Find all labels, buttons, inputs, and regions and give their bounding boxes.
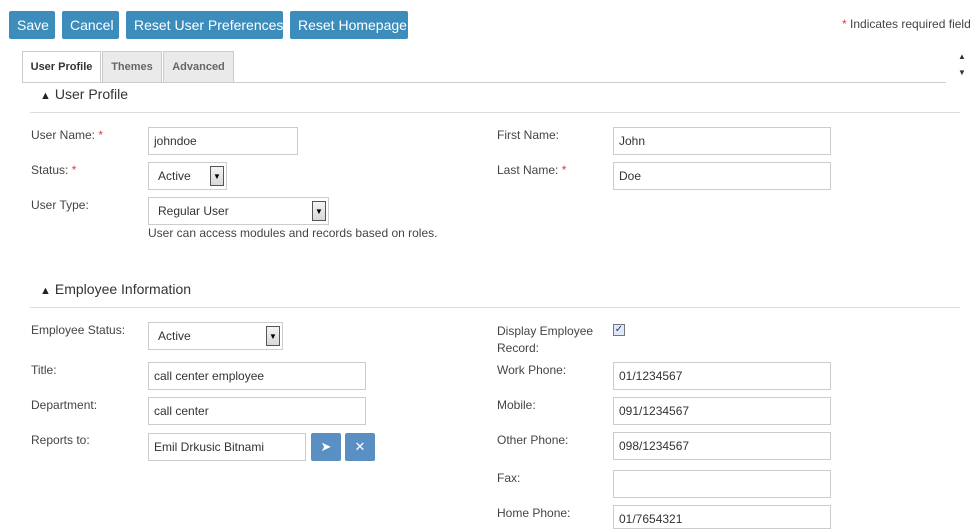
section-divider bbox=[30, 307, 960, 308]
work-phone-label: Work Phone: bbox=[497, 363, 567, 377]
chevron-up-icon: ▲ bbox=[40, 285, 51, 297]
department-input[interactable]: call center bbox=[148, 397, 366, 425]
employee-status-label: Employee Status: bbox=[31, 323, 126, 337]
reset-user-preferences-button[interactable]: Reset User Preferences bbox=[126, 11, 283, 39]
last-name-label: Last Name: * bbox=[497, 163, 567, 177]
fax-input[interactable] bbox=[613, 470, 831, 498]
employee-information-section-title: Employee Information bbox=[54, 281, 192, 297]
status-label: Status: * bbox=[31, 163, 77, 177]
chevron-up-icon: ▲ bbox=[40, 90, 51, 102]
tab-user-profile[interactable]: User Profile bbox=[22, 51, 101, 83]
user-type-select-value: Regular User bbox=[158, 204, 229, 218]
work-phone-input[interactable]: 01/1234567 bbox=[613, 362, 831, 390]
display-employee-record-checkbox[interactable]: ✓ bbox=[613, 324, 625, 336]
reports-to-label: Reports to: bbox=[31, 433, 90, 447]
title-label: Title: bbox=[31, 363, 57, 377]
user-profile-section-title: User Profile bbox=[54, 86, 129, 102]
scroll-up-icon[interactable]: ▲ bbox=[957, 52, 967, 62]
tab-divider bbox=[22, 82, 946, 83]
home-phone-label: Home Phone: bbox=[497, 506, 571, 520]
reset-homepage-button[interactable]: Reset Homepage bbox=[290, 11, 408, 39]
user-type-label: User Type: bbox=[31, 198, 89, 212]
clear-user-button[interactable]: ✕ bbox=[345, 433, 375, 461]
display-employee-record-label: Display Employee Record: bbox=[497, 324, 594, 355]
other-phone-input[interactable]: 098/1234567 bbox=[613, 432, 831, 460]
tab-advanced[interactable]: Advanced bbox=[163, 51, 234, 82]
status-select-value: Active bbox=[158, 169, 191, 183]
employee-status-select[interactable]: Active ▼ bbox=[148, 322, 283, 350]
chevron-down-icon: ▼ bbox=[210, 166, 224, 186]
tab-themes[interactable]: Themes bbox=[102, 51, 162, 82]
reports-to-input[interactable]: Emil Drkusic Bitnami bbox=[148, 433, 306, 461]
required-fields-note: * Indicates required field bbox=[842, 17, 971, 31]
employee-status-select-value: Active bbox=[158, 329, 191, 343]
clear-x-icon: ✕ bbox=[354, 439, 366, 454]
user-type-select[interactable]: Regular User ▼ bbox=[148, 197, 329, 225]
employee-information-section-header[interactable]: ▲ Employee Information bbox=[40, 281, 191, 297]
status-select[interactable]: Active ▼ bbox=[148, 162, 227, 190]
first-name-input[interactable]: John bbox=[613, 127, 831, 155]
required-star: * bbox=[842, 17, 847, 31]
mobile-input[interactable]: 091/1234567 bbox=[613, 397, 831, 425]
last-name-input[interactable]: Doe bbox=[613, 162, 831, 190]
mobile-label: Mobile: bbox=[497, 398, 536, 412]
chevron-down-icon: ▼ bbox=[266, 326, 280, 346]
cursor-arrow-icon: ➤ bbox=[320, 439, 332, 454]
scroll-down-icon[interactable]: ▼ bbox=[957, 68, 967, 78]
user-name-label: User Name: * bbox=[31, 128, 104, 142]
section-divider bbox=[30, 112, 960, 113]
required-note-text: Indicates required field bbox=[850, 17, 971, 31]
user-profile-section-header[interactable]: ▲ User Profile bbox=[40, 86, 128, 102]
user-name-input[interactable]: johndoe bbox=[148, 127, 298, 155]
fax-label: Fax: bbox=[497, 471, 521, 485]
home-phone-input[interactable]: 01/7654321 bbox=[613, 505, 831, 529]
save-button[interactable]: Save bbox=[9, 11, 55, 39]
cancel-button[interactable]: Cancel bbox=[62, 11, 119, 39]
other-phone-label: Other Phone: bbox=[497, 433, 569, 447]
department-label: Department: bbox=[31, 398, 98, 412]
select-user-button[interactable]: ➤ bbox=[311, 433, 341, 461]
chevron-down-icon: ▼ bbox=[312, 201, 326, 221]
title-input[interactable]: call center employee bbox=[148, 362, 366, 390]
first-name-label: First Name: bbox=[497, 128, 560, 142]
user-type-help-text: User can access modules and records base… bbox=[148, 226, 438, 240]
